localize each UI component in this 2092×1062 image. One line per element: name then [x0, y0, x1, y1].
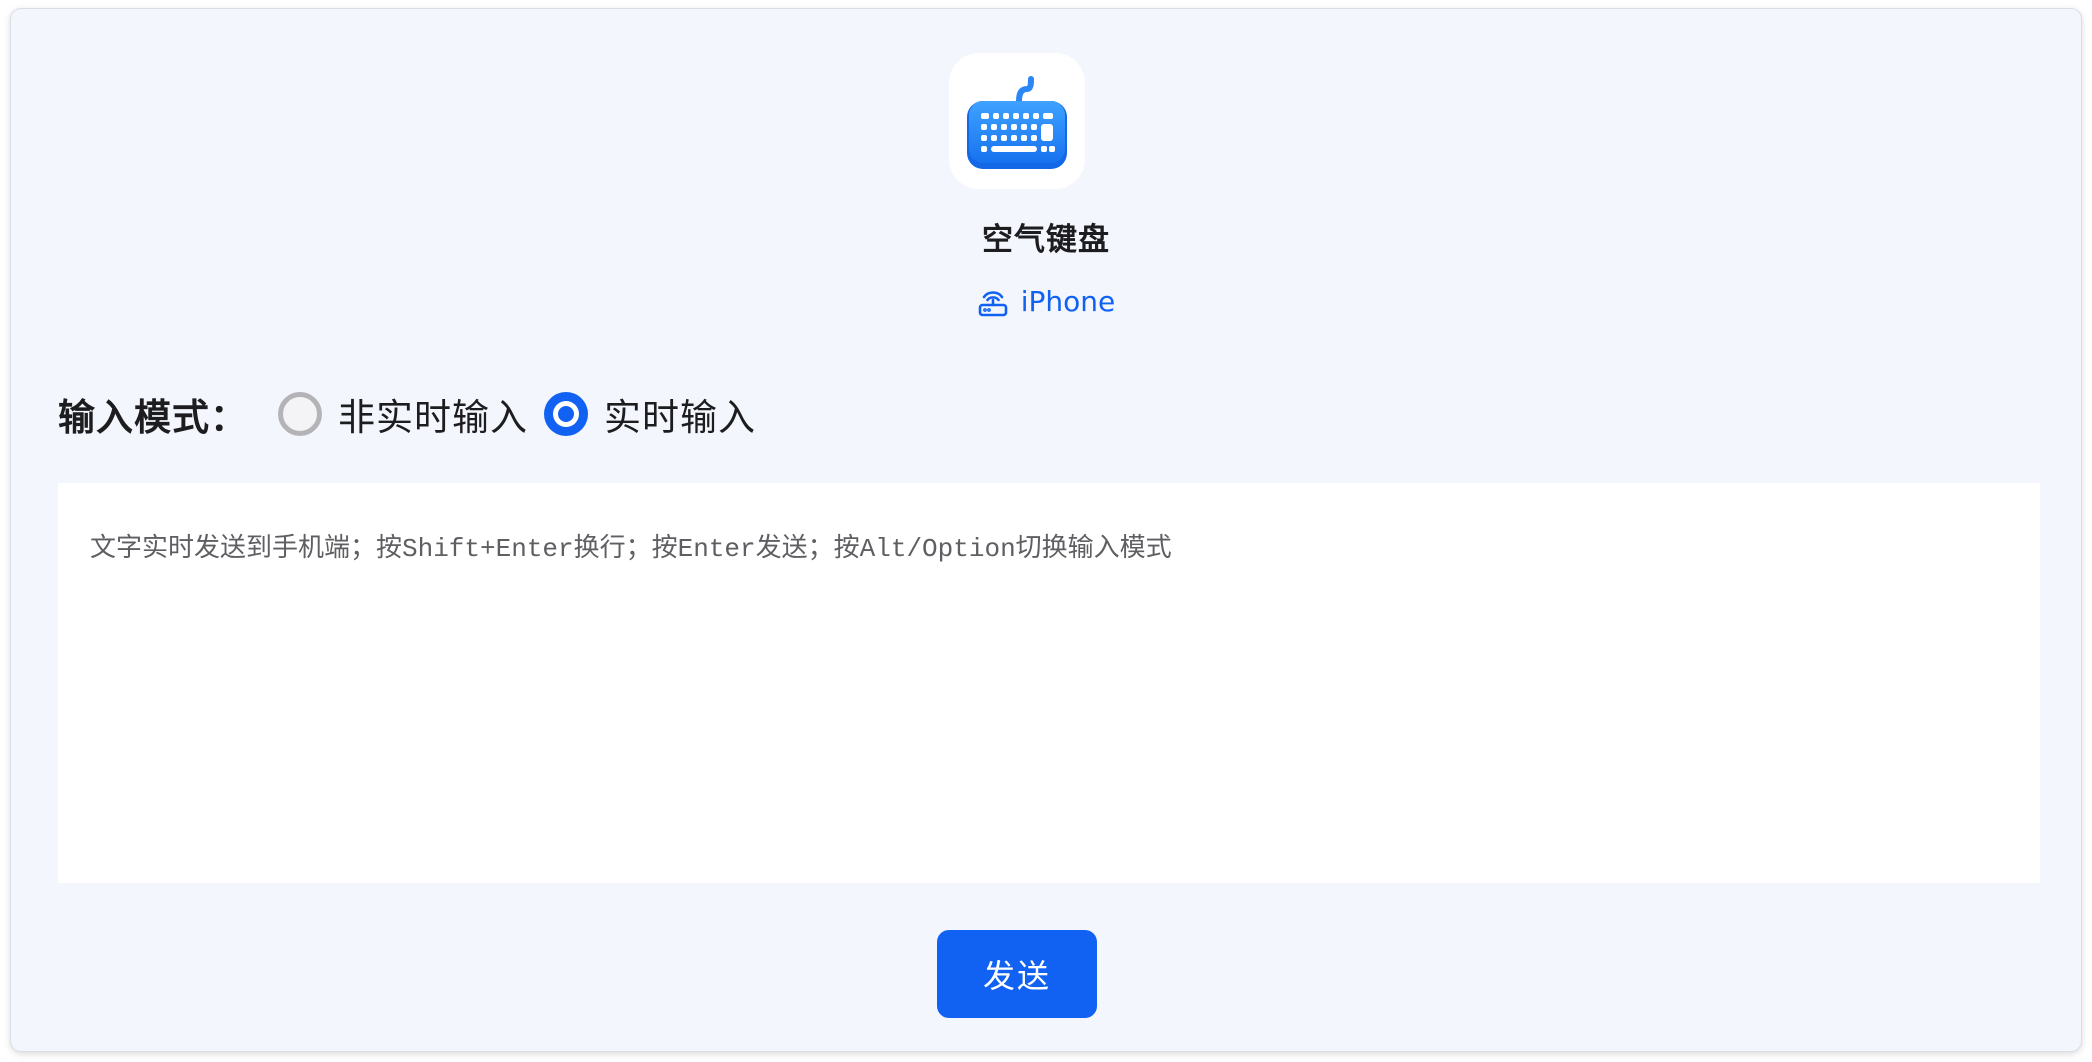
- send-button[interactable]: 发送: [937, 930, 1097, 1018]
- radio-label-non-realtime[interactable]: 非实时输入: [338, 387, 528, 441]
- radio-option-non-realtime[interactable]: 非实时输入: [278, 387, 528, 441]
- keyboard-app-icon: [949, 53, 1085, 189]
- radio-button-non-realtime[interactable]: [278, 392, 322, 436]
- router-icon: [977, 286, 1009, 318]
- input-mode-group: 输入模式： 非实时输入 实时输入: [58, 389, 772, 439]
- radio-button-realtime[interactable]: [544, 392, 588, 436]
- app-title: 空气键盘: [982, 222, 1110, 258]
- app-window: 空气键盘 iPhone 输入模式： 非实时输入 实时输入 发送: [11, 9, 2081, 1051]
- connected-device: iPhone: [11, 285, 2081, 318]
- radio-label-realtime[interactable]: 实时输入: [604, 387, 756, 441]
- input-mode-label: 输入模式：: [58, 396, 248, 439]
- radio-option-realtime[interactable]: 实时输入: [544, 387, 756, 441]
- device-name: iPhone: [1020, 285, 1116, 318]
- message-input[interactable]: [58, 483, 2040, 883]
